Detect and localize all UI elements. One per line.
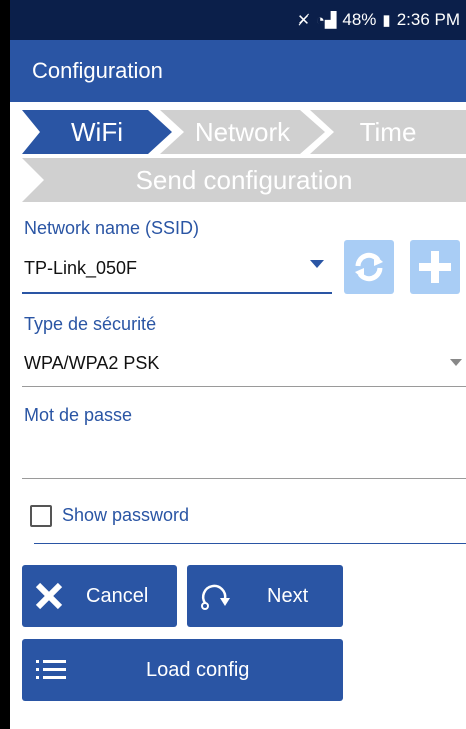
app-bar: Configuration bbox=[10, 40, 466, 102]
load-config-button[interactable]: Load config bbox=[22, 639, 343, 701]
next-button[interactable]: Next bbox=[187, 565, 343, 627]
redo-icon bbox=[201, 584, 230, 610]
password-underline bbox=[22, 478, 466, 479]
refresh-icon bbox=[355, 252, 383, 282]
list-icon bbox=[36, 660, 66, 679]
ssid-value[interactable]: TP-Link_050F bbox=[24, 258, 137, 279]
cancel-button[interactable]: Cancel bbox=[22, 565, 177, 627]
ssid-label: Network name (SSID) bbox=[24, 218, 200, 238]
cancel-button-label: Cancel bbox=[86, 584, 149, 607]
show-password-label[interactable]: Show password bbox=[62, 505, 189, 526]
next-button-label: Next bbox=[267, 584, 309, 607]
app-screen: ✕̸ ◔▟ 48% ▮ 2:36 PM Configuration WiFi N… bbox=[10, 0, 466, 729]
security-value[interactable]: WPA/WPA2 PSK bbox=[24, 353, 159, 374]
step-time[interactable]: Time bbox=[310, 110, 466, 154]
battery-icon: ▮ bbox=[382, 12, 391, 29]
clock: 2:36 PM bbox=[396, 10, 460, 29]
page-title: Configuration bbox=[32, 58, 163, 83]
battery-percent: 48% bbox=[342, 10, 377, 29]
mute-icon: ✕̸ bbox=[297, 12, 310, 29]
security-underline bbox=[22, 386, 466, 387]
load-config-button-label: Load config bbox=[146, 658, 250, 681]
wifi-signal-icon: ◔▟ bbox=[315, 12, 337, 29]
security-dropdown-icon[interactable] bbox=[450, 359, 462, 366]
ssid-underline bbox=[22, 292, 332, 294]
status-bar: ✕̸ ◔▟ 48% ▮ 2:36 PM bbox=[10, 0, 466, 40]
step-send-configuration[interactable]: Send configuration bbox=[22, 158, 466, 202]
show-password-checkbox[interactable] bbox=[30, 505, 52, 527]
security-label: Type de sécurité bbox=[24, 314, 157, 334]
step-wifi[interactable]: WiFi bbox=[22, 110, 172, 154]
plus-icon bbox=[419, 251, 451, 283]
step-network[interactable]: Network bbox=[160, 110, 325, 154]
step-indicator: WiFi Network Time Send configuration bbox=[10, 110, 466, 206]
divider bbox=[34, 543, 466, 544]
refresh-button[interactable] bbox=[344, 240, 394, 294]
add-network-button[interactable] bbox=[410, 240, 460, 294]
password-label: Mot de passe bbox=[24, 405, 133, 425]
close-icon bbox=[35, 582, 63, 610]
ssid-dropdown-icon[interactable] bbox=[310, 260, 324, 268]
